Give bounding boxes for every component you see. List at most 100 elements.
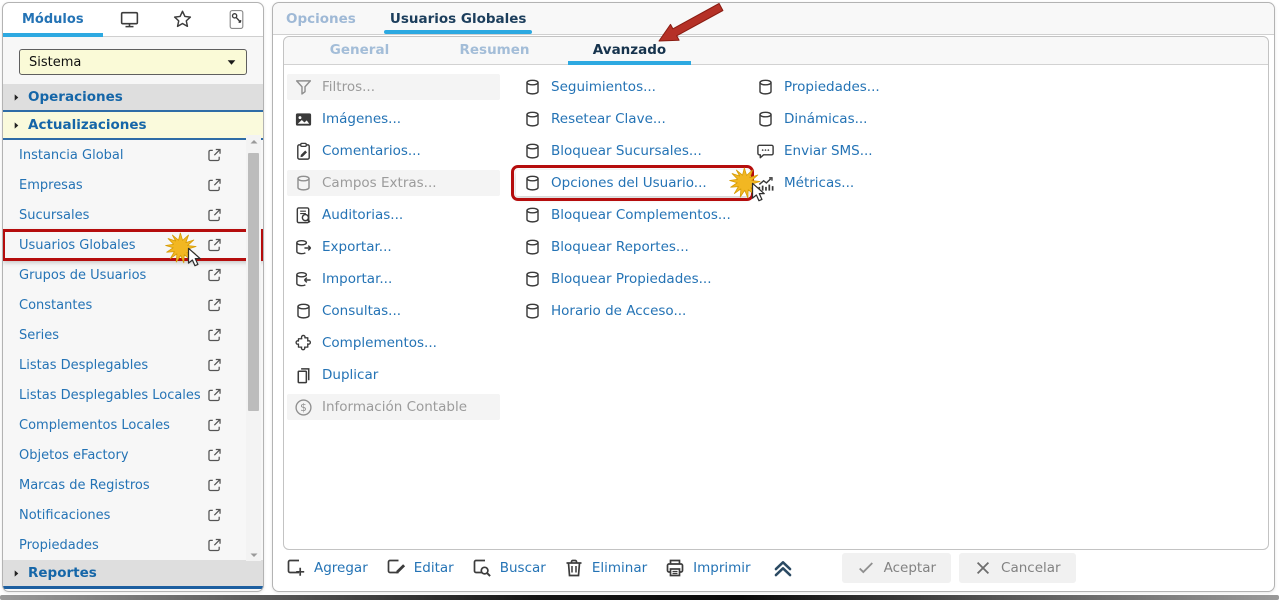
toolbar-action[interactable]: Editar <box>385 557 454 579</box>
star-icon[interactable] <box>156 3 209 36</box>
sidebar-item[interactable]: Listas Desplegables Locales <box>3 380 263 410</box>
menu-item[interactable]: Importar... <box>287 266 500 292</box>
sub-tab[interactable]: Resumen <box>427 37 562 64</box>
menu-item[interactable]: Bloquear Reportes... <box>516 234 696 260</box>
open-new-window-icon[interactable] <box>206 507 223 524</box>
sidebar-item-label: Marcas de Registros <box>19 477 150 493</box>
menu-item[interactable]: Filtros... <box>287 74 500 100</box>
open-new-window-icon[interactable] <box>206 447 223 464</box>
menu-item[interactable]: $ Información Contable <box>287 394 500 420</box>
menu-item[interactable]: Campos Extras... <box>287 170 500 196</box>
sidebar-item[interactable]: Constantes <box>3 290 263 320</box>
sidebar-item[interactable]: Grupos de Usuarios <box>3 260 263 290</box>
triangle-right-icon <box>12 569 21 578</box>
open-new-window-icon[interactable] <box>206 477 223 494</box>
toolbar-action-label: Agregar <box>314 560 368 576</box>
open-new-window-icon[interactable] <box>206 207 223 224</box>
main-tab[interactable]: Usuarios Globales <box>383 3 533 34</box>
database-icon <box>523 110 542 129</box>
menu-item-label: Exportar... <box>322 239 392 255</box>
menu-item[interactable]: Consultas... <box>287 298 500 324</box>
sub-tab[interactable]: Avanzado <box>562 37 697 65</box>
menu-item[interactable]: Comentarios... <box>287 138 500 164</box>
sidebar-item[interactable]: Propiedades <box>3 530 263 560</box>
sub-tab-label: General <box>329 42 390 58</box>
menu-item-label: Importar... <box>322 271 393 287</box>
scrollbar-thumb[interactable] <box>248 153 259 411</box>
window-bottom-edge <box>0 595 1279 600</box>
sidebar-item[interactable]: Complementos Locales <box>3 410 263 440</box>
printer-icon <box>664 557 686 579</box>
sidebar-section-header[interactable]: Actualizaciones <box>3 112 263 140</box>
menu-item[interactable]: Bloquear Sucursales... <box>516 138 709 164</box>
menu-item[interactable]: Imágenes... <box>287 106 500 132</box>
sidebar-sections-bottom: Reportes <box>3 560 263 589</box>
open-new-window-icon[interactable] <box>206 177 223 194</box>
scroll-down-icon[interactable] <box>246 548 261 561</box>
sidebar-item[interactable]: Notificaciones <box>3 500 263 530</box>
open-new-window-icon[interactable] <box>206 327 223 344</box>
module-select[interactable]: Sistema <box>19 49 247 75</box>
main-tab[interactable]: Opciones <box>286 3 356 34</box>
check-icon <box>857 559 875 577</box>
toolbar-action[interactable]: Buscar <box>471 557 546 579</box>
toolbar-action-label: Buscar <box>499 560 546 576</box>
chevron-double-up-icon[interactable] <box>770 556 796 580</box>
menu-item[interactable]: Bloquear Propiedades... <box>516 266 718 292</box>
menu-item[interactable]: Opciones del Usuario... <box>511 165 765 202</box>
menu-item[interactable]: Exportar... <box>287 234 500 260</box>
open-new-window-icon[interactable] <box>206 537 223 554</box>
menu-item[interactable]: Dinámicas... <box>749 106 874 132</box>
image-icon <box>294 110 313 129</box>
menu-item[interactable]: Horario de Acceso... <box>516 298 693 324</box>
sidebar-item[interactable]: Series <box>3 320 263 350</box>
toolbar-action[interactable]: Agregar <box>285 557 368 579</box>
menu-item-label: Duplicar <box>322 367 379 383</box>
search-square-icon <box>471 557 493 579</box>
database-export-icon <box>294 238 313 257</box>
sub-tab-label: Avanzado <box>592 42 667 58</box>
menu-item[interactable]: Enviar SMS... <box>749 138 880 164</box>
sidebar-scrollbar[interactable] <box>246 135 261 561</box>
open-new-window-icon[interactable] <box>206 357 223 374</box>
sidebar-item[interactable]: Usuarios Globales <box>3 229 263 267</box>
open-new-window-icon[interactable] <box>206 387 223 404</box>
open-new-window-icon[interactable] <box>206 147 223 164</box>
sidebar-item[interactable]: Marcas de Registros <box>3 470 263 500</box>
key-icon[interactable] <box>210 3 263 36</box>
menu-item[interactable]: Auditorias... <box>287 202 500 228</box>
open-new-window-icon[interactable] <box>206 297 223 314</box>
menu-item-label: Opciones del Usuario... <box>551 175 707 191</box>
database-icon <box>523 142 542 161</box>
menu-item[interactable]: Propiedades... <box>749 74 887 100</box>
toolbar-action[interactable]: Eliminar <box>563 557 647 579</box>
menu-item[interactable]: Resetear Clave... <box>516 106 673 132</box>
sidebar-item-label: Listas Desplegables Locales <box>19 387 201 403</box>
toolbar-action[interactable]: Imprimir <box>664 557 751 579</box>
sidebar-item-label: Empresas <box>19 177 83 193</box>
dialog-button[interactable]: Cancelar <box>959 553 1076 583</box>
menu-item[interactable]: Seguimientos... <box>516 74 663 100</box>
sidebar-item-label: Instancia Global <box>19 147 124 163</box>
menu-item-label: Comentarios... <box>322 143 421 159</box>
menu-item[interactable]: Complementos... <box>287 330 500 356</box>
section-label: Reportes <box>28 565 97 581</box>
tab-modulos[interactable]: Módulos <box>3 3 103 37</box>
menu-item-label: Bloquear Sucursales... <box>551 143 702 159</box>
sidebar-item[interactable]: Objetos eFactory <box>3 440 263 470</box>
sidebar-tab-strip: Módulos <box>3 3 263 37</box>
menu-item[interactable]: Bloquear Complementos... <box>516 202 738 228</box>
sidebar-section-header[interactable]: Reportes <box>3 560 263 589</box>
sidebar-section-header[interactable]: Operaciones <box>3 84 263 112</box>
menu-item[interactable]: Duplicar <box>287 362 500 388</box>
sidebar-item[interactable]: Sucursales <box>3 200 263 230</box>
sub-tab[interactable]: General <box>292 37 427 64</box>
scroll-up-icon[interactable] <box>246 135 261 148</box>
open-new-window-icon[interactable] <box>206 417 223 434</box>
sidebar-item[interactable]: Empresas <box>3 170 263 200</box>
dialog-button[interactable]: Aceptar <box>841 553 952 583</box>
sidebar-item[interactable]: Listas Desplegables <box>3 350 263 380</box>
sidebar-item[interactable]: Instancia Global <box>3 140 263 170</box>
monitor-icon[interactable] <box>103 3 156 36</box>
database-icon <box>756 110 775 129</box>
